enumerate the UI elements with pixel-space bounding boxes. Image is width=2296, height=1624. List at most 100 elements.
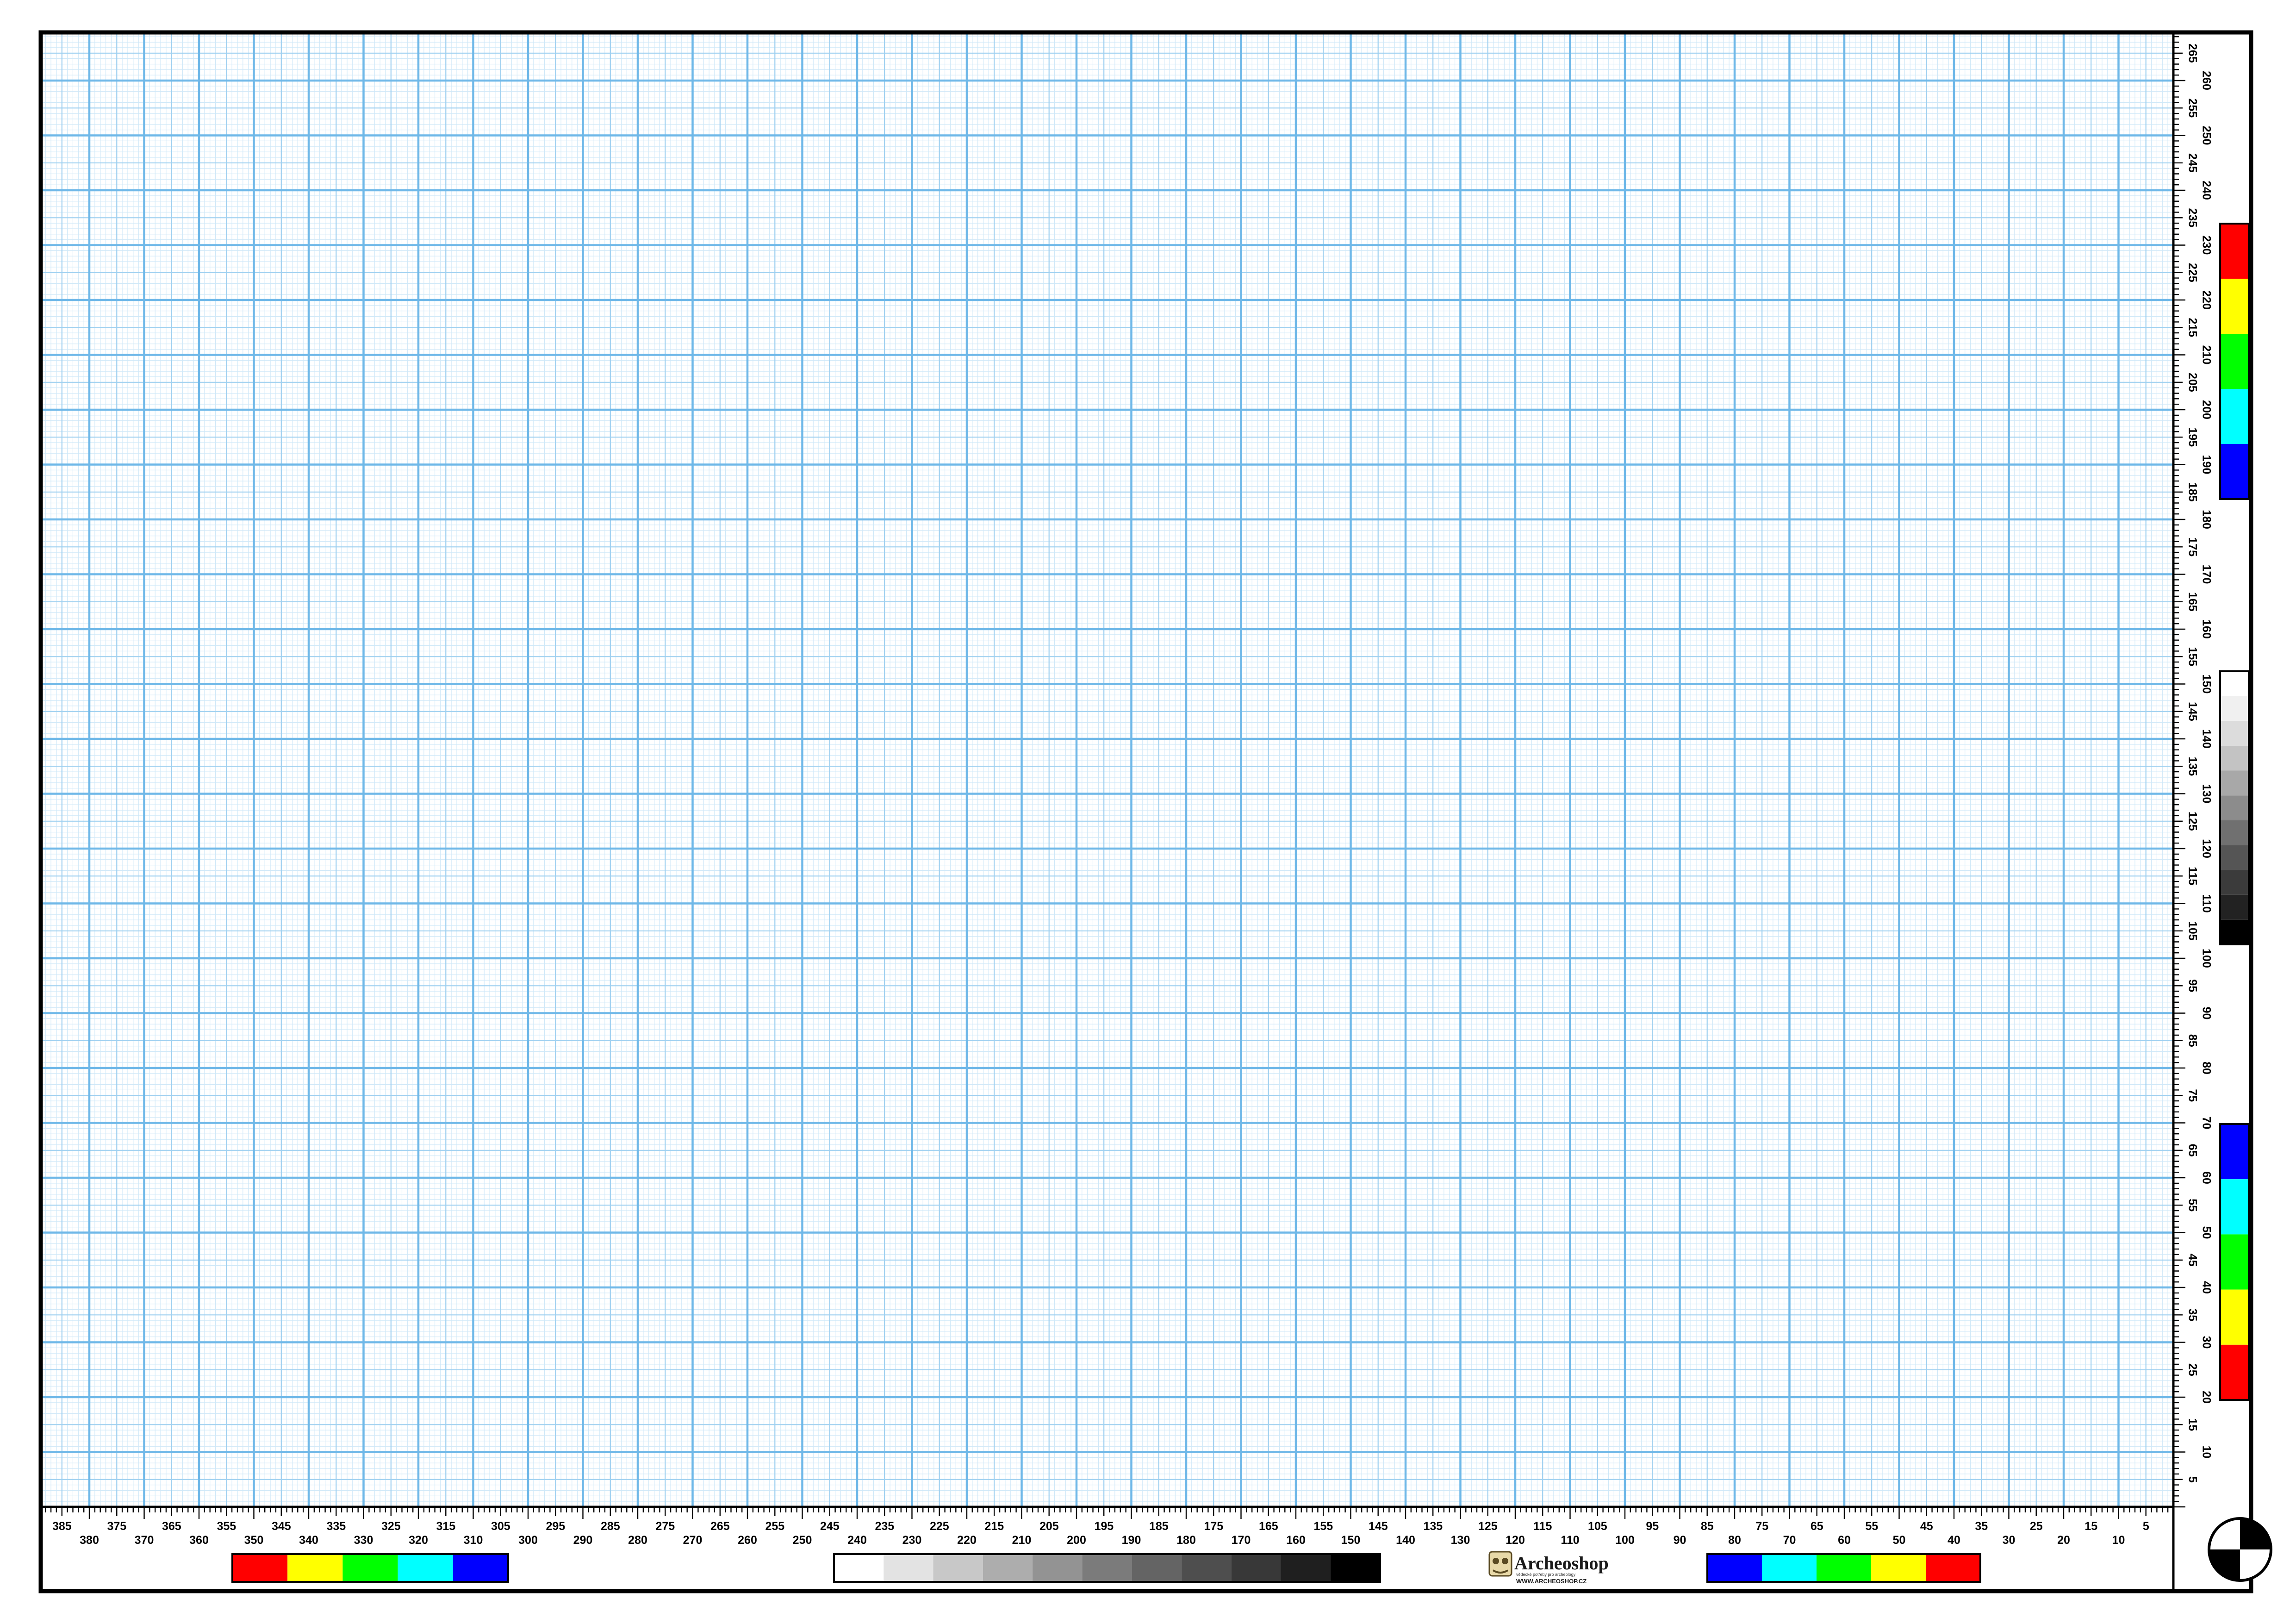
bottom-scale-label: 255 <box>765 1520 784 1533</box>
bottom-scale-label: 155 <box>1313 1520 1333 1533</box>
bottom-scale-label: 250 <box>793 1534 812 1547</box>
side-scale-label: 120 <box>2200 839 2213 858</box>
color-swatch <box>2220 770 2249 796</box>
bottom-scale-label: 305 <box>491 1520 510 1533</box>
color-swatch <box>1926 1554 1980 1582</box>
side-scale-label: 75 <box>2186 1089 2199 1102</box>
bottom-scale-label: 245 <box>820 1520 840 1533</box>
bottom-scale-label: 175 <box>1204 1520 1223 1533</box>
bottom-scale-label: 90 <box>1674 1534 1686 1547</box>
bottom-scale-label: 320 <box>409 1534 428 1547</box>
side-scale-label: 5 <box>2186 1476 2199 1483</box>
side-scale-label: 55 <box>2186 1199 2199 1212</box>
bottom-scale-label: 380 <box>80 1534 99 1547</box>
color-swatch <box>1132 1554 1182 1582</box>
bottom-gray-scale-bar <box>833 1553 1381 1583</box>
bottom-scale-label: 295 <box>546 1520 565 1533</box>
color-swatch <box>2220 919 2249 944</box>
side-scale-label: 95 <box>2186 979 2199 992</box>
bottom-scale-label: 360 <box>189 1534 209 1547</box>
bottom-scale-label: 55 <box>1865 1520 1878 1533</box>
bottom-scale-label: 145 <box>1369 1520 1388 1533</box>
side-scale-label: 245 <box>2186 153 2199 173</box>
color-swatch <box>1231 1554 1281 1582</box>
alignment-target-icon <box>2208 1517 2272 1582</box>
bottom-scale-label: 195 <box>1094 1520 1114 1533</box>
color-swatch <box>232 1554 288 1582</box>
side-scale-label: 125 <box>2186 812 2199 831</box>
side-bottom-color-bar <box>2219 1123 2250 1401</box>
logo-brand-text: Archeoshop <box>1514 1553 1609 1574</box>
bottom-scale-label: 190 <box>1122 1534 1141 1547</box>
side-scale-label: 150 <box>2200 675 2213 694</box>
color-swatch <box>2220 1289 2249 1345</box>
bottom-scale-label: 200 <box>1067 1534 1086 1547</box>
bottom-scale-label: 115 <box>1533 1520 1552 1533</box>
side-scale-label: 80 <box>2200 1062 2213 1074</box>
bottom-scale-label: 315 <box>436 1520 455 1533</box>
bottom-scale-label: 140 <box>1396 1534 1415 1547</box>
bottom-scale-label: 225 <box>930 1520 949 1533</box>
bottom-left-color-bar <box>231 1553 509 1583</box>
side-scale-label: 135 <box>2186 756 2199 776</box>
color-swatch <box>2220 745 2249 771</box>
bottom-scale-label: 310 <box>464 1534 483 1547</box>
bottom-scale-label: 50 <box>1893 1534 1906 1547</box>
bottom-scale-label: 345 <box>272 1520 291 1533</box>
side-scale-label: 175 <box>2186 537 2199 556</box>
bottom-scale-label: 120 <box>1506 1534 1525 1547</box>
bottom-scale-label: 130 <box>1451 1534 1470 1547</box>
side-scale-label: 180 <box>2200 510 2213 529</box>
side-scale-label: 145 <box>2186 702 2199 721</box>
side-scale-label: 65 <box>2186 1144 2199 1157</box>
bottom-scale-label: 285 <box>601 1520 620 1533</box>
side-scale-label: 235 <box>2186 208 2199 227</box>
color-swatch <box>2220 671 2249 696</box>
bottom-scale-label: 10 <box>2112 1534 2125 1547</box>
side-scale-label: 130 <box>2200 784 2213 804</box>
color-swatch <box>2220 444 2249 499</box>
side-scale-label: 100 <box>2200 949 2213 968</box>
color-swatch <box>2220 1179 2249 1235</box>
bottom-scale-label: 355 <box>217 1520 236 1533</box>
color-swatch <box>834 1554 884 1582</box>
side-scale-label: 60 <box>2200 1171 2213 1184</box>
color-swatch <box>2220 224 2249 279</box>
color-swatch <box>1707 1554 1762 1582</box>
color-swatch <box>453 1554 508 1582</box>
bottom-scale-label: 20 <box>2057 1534 2070 1547</box>
side-scale-label: 115 <box>2186 867 2199 885</box>
side-scale-label: 105 <box>2186 921 2199 941</box>
side-scale-label: 50 <box>2200 1226 2213 1239</box>
side-scale-label: 10 <box>2200 1446 2213 1459</box>
side-scale-label: 140 <box>2200 729 2213 749</box>
bottom-scale-label: 170 <box>1232 1534 1251 1547</box>
bottom-scale-label: 30 <box>2003 1534 2016 1547</box>
bottom-scale-label: 210 <box>1012 1534 1032 1547</box>
color-swatch <box>1762 1554 1817 1582</box>
color-swatch <box>2220 795 2249 820</box>
bottom-right-color-bar <box>1706 1553 1981 1583</box>
bottom-scale-label: 35 <box>1975 1520 1988 1533</box>
bottom-scale-label: 385 <box>52 1520 72 1533</box>
bottom-scale-label: 290 <box>573 1534 593 1547</box>
color-swatch <box>2220 334 2249 389</box>
bottom-scale-label: 80 <box>1728 1534 1741 1547</box>
side-scale-label: 40 <box>2200 1281 2213 1294</box>
side-scale-label: 35 <box>2186 1308 2199 1321</box>
color-swatch <box>933 1554 983 1582</box>
bottom-scale-label: 230 <box>902 1534 922 1547</box>
bottom-scale-label: 135 <box>1423 1520 1443 1533</box>
side-scale-label: 70 <box>2200 1117 2213 1130</box>
color-swatch <box>2220 870 2249 895</box>
bottom-scale-label: 150 <box>1341 1534 1361 1547</box>
side-scale-label: 250 <box>2200 126 2213 145</box>
logo-emblem-icon <box>1488 1551 1512 1577</box>
bottom-scale-label: 125 <box>1478 1520 1498 1533</box>
color-swatch <box>2220 820 2249 845</box>
bottom-scale-label: 270 <box>683 1534 703 1547</box>
side-scale-label: 215 <box>2186 318 2199 337</box>
side-scale-label: 45 <box>2186 1254 2199 1267</box>
color-swatch <box>1033 1554 1083 1582</box>
color-swatch <box>983 1554 1033 1582</box>
